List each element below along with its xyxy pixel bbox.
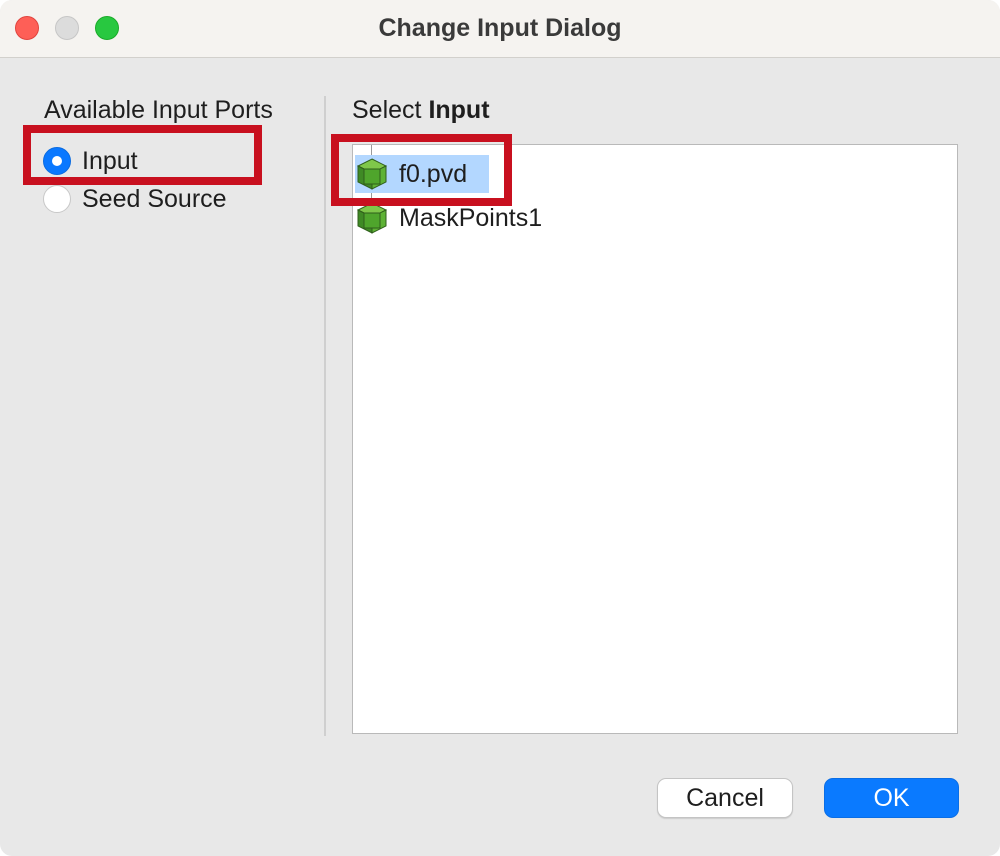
seed-source-port-label: Seed Source bbox=[82, 184, 227, 213]
select-heading-port-name: Input bbox=[428, 96, 490, 124]
green-cube-icon bbox=[356, 202, 388, 234]
green-cube-icon bbox=[356, 158, 388, 190]
title-bar: Change Input Dialog bbox=[0, 0, 1000, 58]
select-heading-prefix: Select bbox=[352, 96, 429, 124]
radio-button-unselected[interactable] bbox=[43, 185, 71, 213]
radio-button-selected[interactable] bbox=[43, 147, 71, 175]
cancel-button[interactable]: Cancel bbox=[657, 778, 793, 818]
change-input-dialog: Change Input Dialog Available Input Port… bbox=[0, 0, 1000, 856]
select-input-heading: Select Input bbox=[352, 96, 490, 125]
input-port-option-seed-source[interactable]: Seed Source bbox=[43, 184, 227, 214]
tree-item-maskpoints1[interactable]: MaskPoints1 bbox=[355, 199, 542, 237]
tree-item-label: f0.pvd bbox=[399, 159, 468, 188]
input-port-label: Input bbox=[82, 146, 138, 175]
panel-divider[interactable] bbox=[324, 96, 326, 736]
ok-button[interactable]: OK bbox=[824, 778, 959, 818]
pipeline-source-tree[interactable]: f0.pvd MaskPoints1 bbox=[352, 144, 958, 734]
tree-item-f0-pvd[interactable]: f0.pvd bbox=[355, 155, 489, 193]
tree-item-label: MaskPoints1 bbox=[399, 203, 543, 232]
window-title: Change Input Dialog bbox=[378, 14, 622, 42]
available-input-ports-heading: Available Input Ports bbox=[44, 96, 273, 124]
input-port-option-input[interactable]: Input bbox=[43, 146, 138, 176]
